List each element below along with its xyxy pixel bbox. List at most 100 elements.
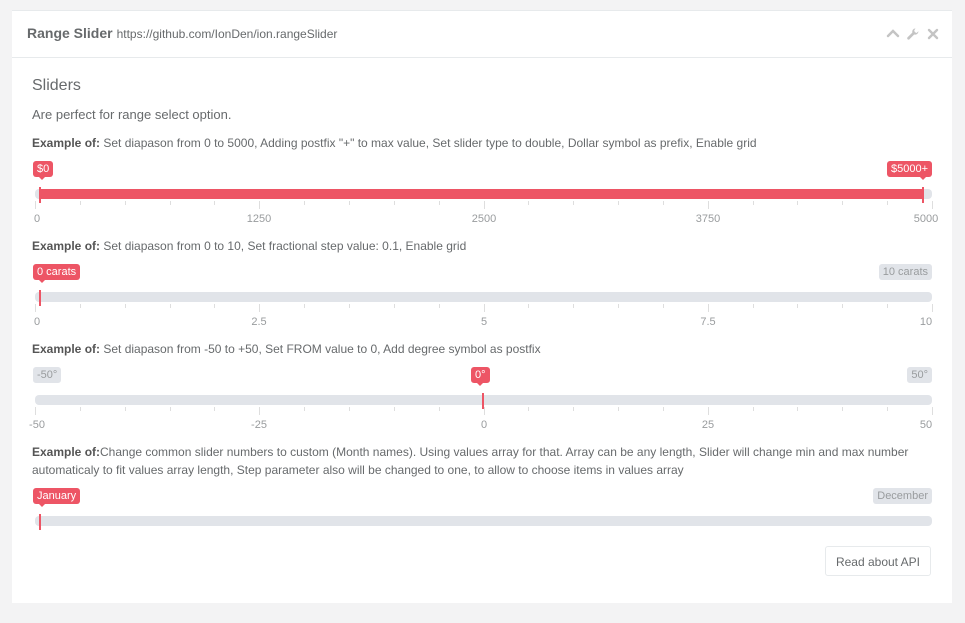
panel-header: Range Slider https://github.com/IonDen/io… bbox=[12, 11, 952, 58]
grid-minor-tick bbox=[663, 201, 664, 205]
grid-minor-tick bbox=[349, 201, 350, 205]
slider-max-label: December bbox=[873, 488, 932, 504]
grid-major-tick bbox=[932, 407, 933, 415]
grid-minor-tick bbox=[573, 304, 574, 308]
grid-minor-tick bbox=[573, 201, 574, 205]
grid-label: 5 bbox=[480, 316, 488, 328]
panel-title: Range Slider https://github.com/IonDen/io… bbox=[27, 25, 337, 41]
grid-label: -25 bbox=[251, 419, 267, 431]
chevron-up-icon[interactable] bbox=[886, 27, 900, 41]
example-text: Set diapason from -50 to +50, Set FROM v… bbox=[100, 342, 541, 356]
section-lead: Are perfect for range select option. bbox=[32, 107, 232, 122]
slider-min-label: -50° bbox=[33, 367, 62, 383]
grid-minor-tick bbox=[125, 201, 126, 205]
close-icon[interactable] bbox=[926, 27, 940, 41]
grid-label: 7.5 bbox=[700, 316, 716, 328]
grid-minor-tick bbox=[842, 304, 843, 308]
grid-major-tick bbox=[484, 304, 485, 312]
example-4-description: Example of:Change common slider numbers … bbox=[32, 443, 937, 479]
grid-minor-tick bbox=[887, 304, 888, 308]
grid-minor-tick bbox=[170, 407, 171, 411]
slider-selected-range bbox=[40, 189, 924, 199]
grid-minor-tick bbox=[663, 407, 664, 411]
grid-minor-tick bbox=[304, 201, 305, 205]
month-slider[interactable]: January December bbox=[32, 488, 932, 548]
slider-track[interactable] bbox=[35, 292, 932, 302]
slider-track[interactable] bbox=[35, 516, 932, 526]
grid-minor-tick bbox=[528, 407, 529, 411]
example-1-description: Example of: Set diapason from 0 to 5000,… bbox=[32, 134, 937, 152]
grid-minor-tick bbox=[887, 201, 888, 205]
grid-major-tick bbox=[708, 304, 709, 312]
range-slider-panel: Range Slider https://github.com/IonDen/io… bbox=[12, 10, 952, 603]
grid-minor-tick bbox=[170, 304, 171, 308]
grid-label: 0 bbox=[480, 419, 488, 431]
example-text: Set diapason from 0 to 10, Set fractiona… bbox=[100, 239, 467, 253]
grid-minor-tick bbox=[125, 407, 126, 411]
grid-minor-tick bbox=[214, 407, 215, 411]
grid-minor-tick bbox=[304, 304, 305, 308]
grid-minor-tick bbox=[214, 304, 215, 308]
grid-label: 1250 bbox=[246, 213, 272, 225]
grid-minor-tick bbox=[842, 201, 843, 205]
grid-label: 25 bbox=[701, 419, 715, 431]
grid-label: 0 bbox=[33, 213, 41, 225]
grid-minor-tick bbox=[528, 201, 529, 205]
grid-major-tick bbox=[484, 201, 485, 209]
grid-minor-tick bbox=[439, 304, 440, 308]
grid-minor-tick bbox=[349, 407, 350, 411]
grid-label: 3750 bbox=[695, 213, 721, 225]
slider-max-label: 10 carats bbox=[878, 264, 932, 280]
grid-label: 2.5 bbox=[251, 316, 267, 328]
grid-minor-tick bbox=[618, 201, 619, 205]
grid-label: 50 bbox=[919, 419, 933, 431]
example-text: Change common slider numbers to custom (… bbox=[32, 445, 909, 477]
grid-minor-tick bbox=[394, 304, 395, 308]
slider-handle[interactable] bbox=[39, 514, 41, 530]
grid-minor-tick bbox=[618, 304, 619, 308]
grid-minor-tick bbox=[528, 304, 529, 308]
slider-grid: 0 2.5 5 7.5 10 bbox=[34, 304, 933, 328]
grid-minor-tick bbox=[797, 201, 798, 205]
price-range-slider[interactable]: $0 $5000+ 0 1250 2500 3750 5000 bbox=[32, 161, 938, 225]
slider-grid: -50 -25 0 25 50 bbox=[29, 407, 933, 431]
degree-slider[interactable]: -50° 0° 50° -50 -25 0 25 50 bbox=[29, 367, 933, 431]
grid-minor-tick bbox=[887, 407, 888, 411]
example-label: Example of: bbox=[32, 342, 101, 356]
grid-label: 0 bbox=[33, 316, 41, 328]
carats-slider[interactable]: 0 carats 10 carats 0 2.5 5 7.5 10 bbox=[32, 264, 933, 328]
grid-major-tick bbox=[35, 304, 36, 312]
read-about-api-button[interactable]: Read about API bbox=[825, 546, 931, 576]
grid-major-tick bbox=[484, 407, 485, 415]
example-2-description: Example of: Set diapason from 0 to 10, S… bbox=[32, 237, 937, 255]
slider-value-label: January bbox=[33, 488, 81, 507]
grid-label: -50 bbox=[29, 419, 45, 431]
grid-minor-tick bbox=[797, 304, 798, 308]
slider-value-label: 0° bbox=[471, 367, 490, 386]
slider-value-label: 0 carats bbox=[33, 264, 81, 283]
grid-major-tick bbox=[932, 201, 933, 209]
grid-major-tick bbox=[259, 304, 260, 312]
grid-minor-tick bbox=[394, 201, 395, 205]
grid-minor-tick bbox=[214, 201, 215, 205]
wrench-icon[interactable] bbox=[906, 27, 920, 41]
grid-major-tick bbox=[259, 201, 260, 209]
grid-minor-tick bbox=[753, 201, 754, 205]
grid-major-tick bbox=[932, 304, 933, 312]
panel-subtitle: https://github.com/IonDen/ion.rangeSlide… bbox=[116, 27, 338, 41]
panel-tools bbox=[886, 27, 940, 41]
slider-from-label: $0 bbox=[33, 161, 54, 180]
grid-major-tick bbox=[259, 407, 260, 415]
grid-minor-tick bbox=[349, 304, 350, 308]
grid-minor-tick bbox=[125, 304, 126, 308]
grid-major-tick bbox=[708, 201, 709, 209]
grid-label: 10 bbox=[919, 316, 933, 328]
grid-minor-tick bbox=[394, 407, 395, 411]
grid-label: 5000 bbox=[913, 213, 939, 225]
slider-grid: 0 1250 2500 3750 5000 bbox=[34, 201, 938, 225]
grid-minor-tick bbox=[439, 407, 440, 411]
grid-minor-tick bbox=[170, 201, 171, 205]
grid-major-tick bbox=[35, 407, 36, 415]
grid-minor-tick bbox=[573, 407, 574, 411]
example-label: Example of: bbox=[32, 445, 101, 459]
